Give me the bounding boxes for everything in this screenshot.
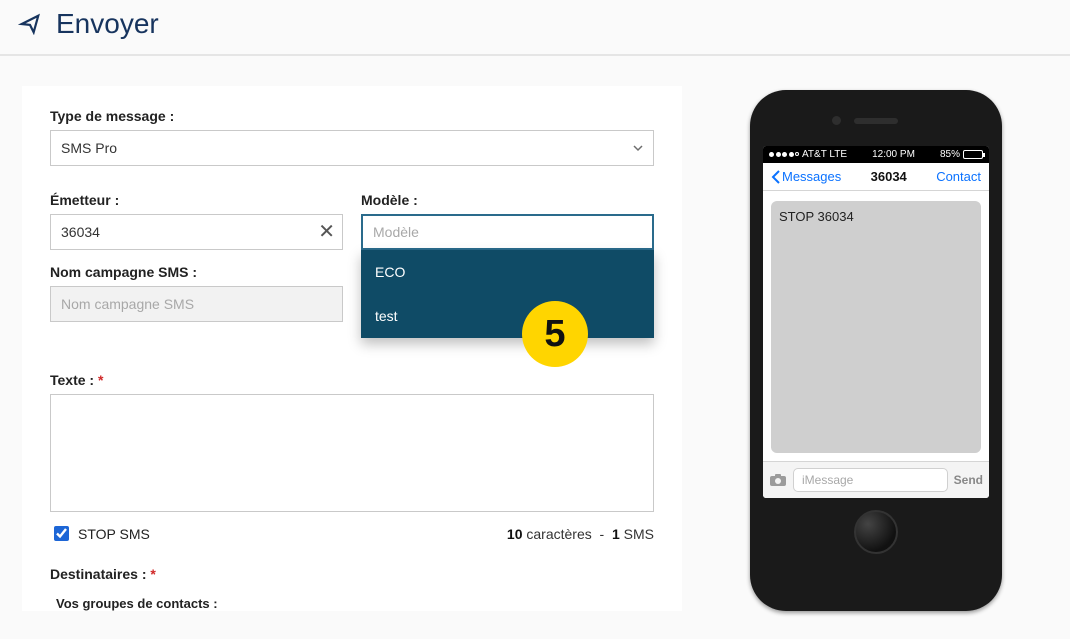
phone-navbar: Messages 36034 Contact: [763, 163, 989, 191]
chevron-left-icon: [771, 170, 780, 184]
message-type-select[interactable]: [50, 130, 654, 166]
text-label: Texte : *: [50, 372, 654, 388]
phone-speaker: [854, 118, 898, 124]
battery-pct: 85%: [940, 149, 960, 160]
back-button[interactable]: Messages: [771, 169, 841, 184]
groups-label: Vos groupes de contacts :: [56, 596, 654, 611]
phone-preview: AT&T LTE 12:00 PM 85% Messages 36034 Con…: [750, 90, 1002, 611]
model-label: Modèle :: [361, 192, 654, 208]
emitter-label: Émetteur :: [50, 192, 343, 208]
compose-send[interactable]: Send: [954, 473, 983, 487]
compose-bar: iMessage Send: [763, 461, 989, 498]
model-dropdown: ECO test: [361, 250, 654, 338]
phone-statusbar: AT&T LTE 12:00 PM 85%: [763, 146, 989, 163]
clear-icon[interactable]: ✕: [318, 222, 335, 242]
phone-camera-dot: [832, 116, 841, 125]
char-counter: 10 caractères - 1 SMS: [507, 526, 654, 542]
message-type-label: Type de message :: [50, 108, 654, 124]
campaign-input[interactable]: [50, 286, 343, 322]
stop-sms-checkbox[interactable]: [54, 526, 69, 541]
carrier-label: AT&T LTE: [802, 149, 847, 160]
home-button[interactable]: [854, 510, 898, 554]
compose-input[interactable]: iMessage: [793, 468, 948, 492]
stop-sms-row[interactable]: STOP SMS: [50, 523, 150, 544]
campaign-label: Nom campagne SMS :: [50, 264, 343, 280]
model-option-eco[interactable]: ECO: [361, 250, 654, 294]
send-form-panel: Type de message : Émetteur : ✕ Nom campa…: [22, 86, 682, 611]
emitter-input[interactable]: [50, 214, 343, 250]
conversation-title: 36034: [871, 169, 907, 184]
model-input[interactable]: [361, 214, 654, 250]
battery-icon: [963, 150, 983, 159]
contact-button[interactable]: Contact: [936, 169, 981, 184]
page-header: Envoyer: [0, 0, 1070, 56]
recipients-label: Destinataires : *: [50, 566, 654, 582]
step-badge: 5: [522, 301, 588, 367]
page-title: Envoyer: [56, 8, 159, 40]
stop-sms-label: STOP SMS: [78, 526, 150, 542]
text-textarea[interactable]: [50, 394, 654, 512]
status-time: 12:00 PM: [872, 149, 915, 160]
send-icon: [18, 13, 42, 35]
signal-icon: [769, 152, 799, 157]
camera-icon[interactable]: [769, 473, 787, 487]
model-option-test[interactable]: test: [361, 294, 654, 338]
message-bubble: STOP 36034: [771, 201, 981, 453]
